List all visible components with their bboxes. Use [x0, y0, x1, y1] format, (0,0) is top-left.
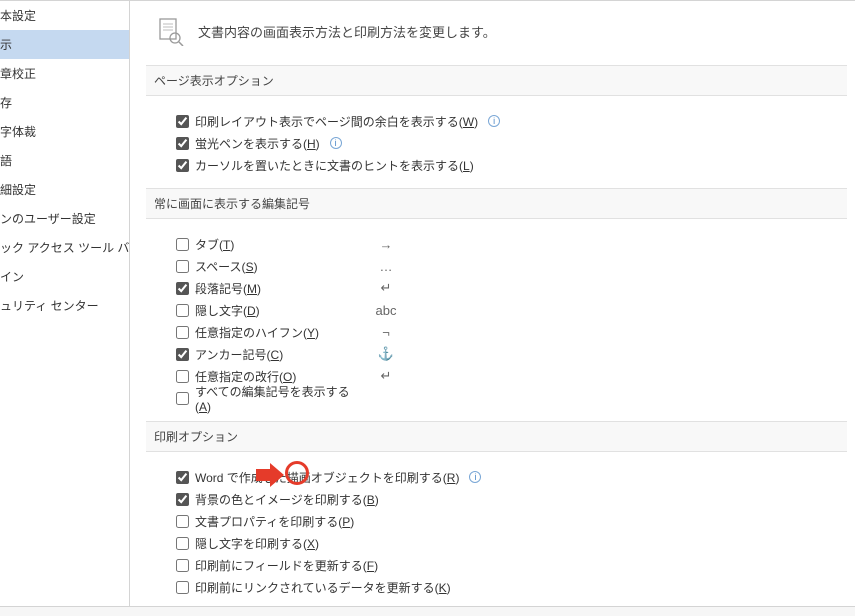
sidebar-item-5[interactable]: 語	[0, 146, 129, 175]
format-mark-icon: abc	[371, 303, 401, 318]
option-row: アンカー記号(C) ⚓	[176, 343, 855, 365]
option-checkbox[interactable]	[176, 137, 189, 150]
sidebar-item-2[interactable]: 章校正	[0, 59, 129, 88]
option-row: 隠し文字(D) abc	[176, 299, 855, 321]
option-row: 背景の色とイメージを印刷する(B)	[176, 488, 855, 510]
option-label: 印刷レイアウト表示でページ間の余白を表示する(W)	[195, 113, 478, 130]
option-checkbox[interactable]	[176, 559, 189, 572]
option-label: 背景の色とイメージを印刷する(B)	[195, 491, 379, 508]
option-row: 文書プロパティを印刷する(P)	[176, 510, 855, 532]
format-mark-icon: ↵	[371, 280, 401, 296]
option-label: 隠し文字(D)	[195, 302, 365, 319]
option-label: 段落記号(M)	[195, 280, 365, 297]
option-row: 印刷前にリンクされているデータを更新する(K)	[176, 576, 855, 598]
option-label: 蛍光ペンを表示する(H)	[195, 135, 320, 152]
option-row: すべての編集記号を表示する(A)	[176, 387, 855, 409]
sidebar-item-0[interactable]: 本設定	[0, 1, 129, 30]
format-mark-icon: →	[371, 237, 401, 252]
sidebar: 本設定示章校正存字体裁語細設定ンのユーザー設定ック アクセス ツール バーインュ…	[0, 1, 130, 616]
option-checkbox[interactable]	[176, 370, 189, 383]
header-title: 文書内容の画面表示方法と印刷方法を変更します。	[198, 22, 496, 41]
option-label: アンカー記号(C)	[195, 346, 365, 363]
option-checkbox[interactable]	[176, 238, 189, 251]
sidebar-item-4[interactable]: 字体裁	[0, 117, 129, 146]
option-checkbox[interactable]	[176, 581, 189, 594]
option-row: 印刷レイアウト表示でページ間の余白を表示する(W) i	[176, 110, 855, 132]
info-icon[interactable]: i	[330, 137, 342, 149]
option-row: 印刷前にフィールドを更新する(F)	[176, 554, 855, 576]
section-page-display: ページ表示オプション	[146, 65, 847, 96]
page-display-options: 印刷レイアウト表示でページ間の余白を表示する(W)i蛍光ペンを表示する(H)iカ…	[154, 104, 855, 188]
format-mark-icon: ↵	[371, 368, 401, 384]
option-label: Word で作成した描画オブジェクトを印刷する(R)	[195, 469, 459, 486]
sidebar-item-10[interactable]: ュリティ センター	[0, 291, 129, 320]
format-mark-icon: ⚓	[371, 346, 401, 362]
option-checkbox[interactable]	[176, 159, 189, 172]
option-checkbox[interactable]	[176, 537, 189, 550]
section-marks: 常に画面に表示する編集記号	[146, 188, 847, 219]
option-checkbox[interactable]	[176, 282, 189, 295]
option-checkbox[interactable]	[176, 304, 189, 317]
format-mark-icon: …	[371, 259, 401, 274]
dialog-footer	[0, 606, 855, 616]
sidebar-item-7[interactable]: ンのユーザー設定	[0, 204, 129, 233]
option-label: 隠し文字を印刷する(X)	[195, 535, 319, 552]
option-row: カーソルを置いたときに文書のヒントを表示する(L)	[176, 154, 855, 176]
option-row: 蛍光ペンを表示する(H) i	[176, 132, 855, 154]
sidebar-item-8[interactable]: ック アクセス ツール バー	[0, 233, 129, 262]
sidebar-item-6[interactable]: 細設定	[0, 175, 129, 204]
option-label: スペース(S)	[195, 258, 365, 275]
option-checkbox[interactable]	[176, 326, 189, 339]
options-dialog: 本設定示章校正存字体裁語細設定ンのユーザー設定ック アクセス ツール バーインュ…	[0, 0, 855, 616]
section-print: 印刷オプション	[146, 421, 847, 452]
header: 文書内容の画面表示方法と印刷方法を変更します。	[154, 15, 855, 47]
option-label: タブ(T)	[195, 236, 365, 253]
marks-options: タブ(T) → スペース(S) … 段落記号(M) ↵ 隠し文字(D) abc 任意指定のハイフ…	[154, 227, 855, 421]
sidebar-item-1[interactable]: 示	[0, 30, 129, 59]
sidebar-item-3[interactable]: 存	[0, 88, 129, 117]
option-label: 印刷前にフィールドを更新する(F)	[195, 557, 378, 574]
document-display-icon	[154, 15, 186, 47]
main-panel: 文書内容の画面表示方法と印刷方法を変更します。 ページ表示オプション 印刷レイア…	[130, 1, 855, 616]
sidebar-item-9[interactable]: イン	[0, 262, 129, 291]
option-label: 任意指定のハイフン(Y)	[195, 324, 365, 341]
option-checkbox[interactable]	[176, 493, 189, 506]
option-row: スペース(S) …	[176, 255, 855, 277]
option-row: 段落記号(M) ↵	[176, 277, 855, 299]
option-checkbox[interactable]	[176, 471, 189, 484]
format-mark-icon: ¬	[371, 325, 401, 340]
option-row: 隠し文字を印刷する(X)	[176, 532, 855, 554]
option-checkbox[interactable]	[176, 348, 189, 361]
annotation-arrow-icon	[256, 463, 284, 487]
option-label: カーソルを置いたときに文書のヒントを表示する(L)	[195, 157, 474, 174]
option-checkbox[interactable]	[176, 115, 189, 128]
option-checkbox[interactable]	[176, 392, 189, 405]
option-checkbox[interactable]	[176, 260, 189, 273]
option-row: 任意指定のハイフン(Y) ¬	[176, 321, 855, 343]
option-label: すべての編集記号を表示する(A)	[195, 383, 365, 414]
option-label: 印刷前にリンクされているデータを更新する(K)	[195, 579, 451, 596]
option-checkbox[interactable]	[176, 515, 189, 528]
option-label: 文書プロパティを印刷する(P)	[195, 513, 354, 530]
info-icon[interactable]: i	[488, 115, 500, 127]
info-icon[interactable]: i	[469, 471, 481, 483]
option-row: タブ(T) →	[176, 233, 855, 255]
